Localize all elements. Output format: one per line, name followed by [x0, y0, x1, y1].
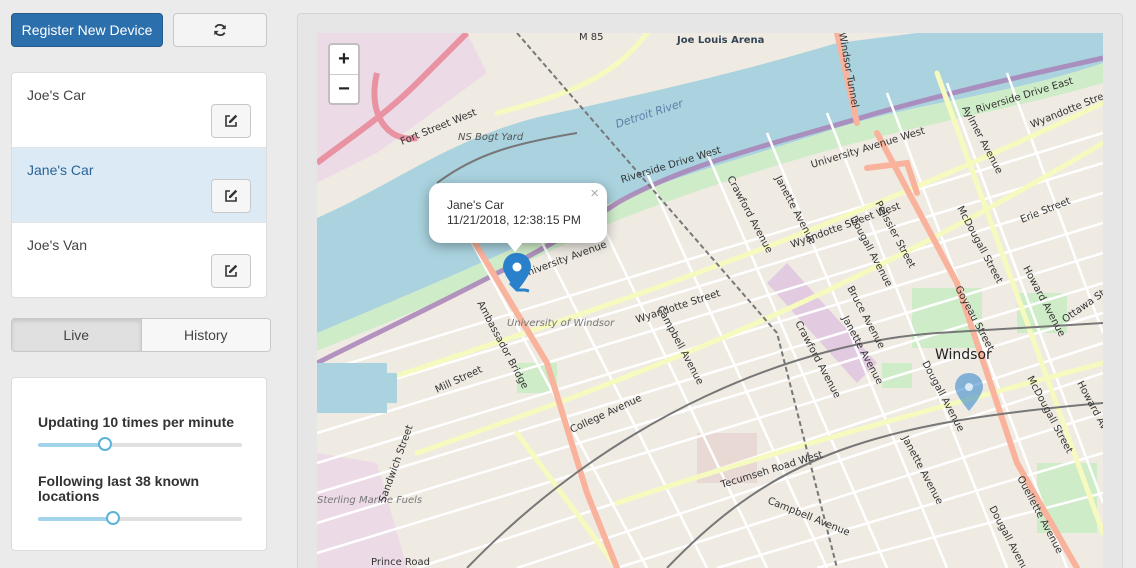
edit-icon [225, 114, 238, 127]
device-item-joes-car[interactable]: Joe's Car [12, 73, 266, 148]
follow-count-label: Following last 38 known locations [38, 473, 200, 504]
edit-device-button[interactable] [211, 104, 251, 138]
popup-device-name: Jane's Car [447, 198, 504, 212]
follow-count-slider[interactable] [38, 511, 242, 525]
live-tab[interactable]: Live [12, 319, 141, 351]
zoom-out-button[interactable]: − [330, 74, 358, 103]
settings-panel: Updating 10 times per minute Following l… [11, 377, 267, 551]
device-name: Joe's Car [27, 87, 86, 103]
device-popup: × Jane's Car 11/21/2018, 12:38:15 PM [429, 183, 607, 243]
m85-label: M 85 [579, 33, 604, 43]
sterling-label: Sterling Marine Fuels [317, 495, 422, 506]
map[interactable]: Detroit River NS Bogt Yard University of… [317, 33, 1103, 568]
update-rate-slider-fill [38, 443, 106, 447]
update-rate-slider[interactable] [38, 437, 242, 451]
edit-icon [225, 189, 238, 202]
device-list: Joe's Car Jane's Car Joe's Van [11, 72, 267, 298]
map-tiles: Detroit River NS Bogt Yard University of… [317, 33, 1103, 568]
popup-tip [505, 240, 525, 252]
prince-road-label: Prince Road [371, 557, 430, 568]
device-item-joes-van[interactable]: Joe's Van [12, 223, 266, 297]
edit-device-button[interactable] [211, 254, 251, 288]
edit-icon [225, 264, 238, 277]
update-rate-label: Updating 10 times per minute [38, 414, 235, 430]
device-name: Joe's Van [27, 237, 88, 253]
device-name: Jane's Car [27, 162, 94, 178]
zoom-in-button[interactable]: + [330, 45, 358, 74]
zoom-control: + − [328, 43, 360, 105]
popup-timestamp: 11/21/2018, 12:38:15 PM [447, 213, 581, 227]
rail-yard-label: NS Bogt Yard [458, 132, 524, 143]
device-item-janes-car[interactable]: Jane's Car [12, 148, 266, 223]
refresh-icon [214, 23, 226, 37]
windsor-city-label: Windsor [935, 347, 992, 363]
mode-toggle: Live History [11, 318, 271, 352]
edit-device-button[interactable] [211, 179, 251, 213]
university-label: University of Windsor [507, 318, 615, 329]
popup-close-button[interactable]: × [590, 186, 599, 201]
arena-label: Joe Louis Arena [676, 35, 764, 46]
follow-count-slider-handle[interactable] [106, 511, 121, 525]
follow-count-slider-fill [38, 517, 114, 521]
update-rate-slider-handle[interactable] [98, 437, 113, 451]
history-tab[interactable]: History [140, 319, 270, 351]
refresh-button[interactable] [173, 13, 267, 47]
register-new-device-button[interactable]: Register New Device [11, 13, 163, 47]
